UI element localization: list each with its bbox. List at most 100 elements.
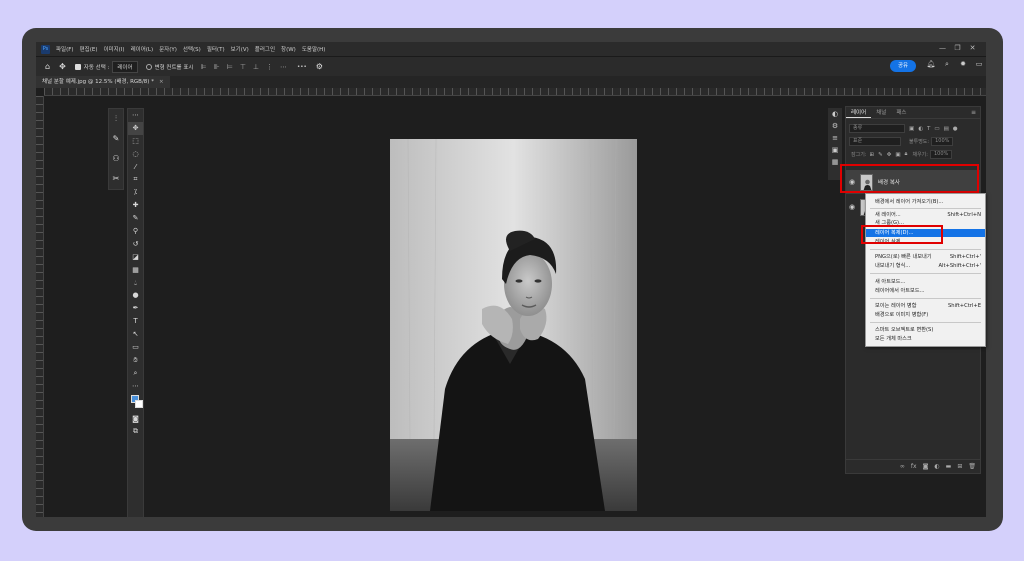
marquee-tool-button[interactable]: ⬚ bbox=[128, 135, 143, 148]
search-icon[interactable]: ⌕ bbox=[939, 60, 955, 69]
dodge-tool-button[interactable]: ● bbox=[128, 289, 143, 302]
more-options-button[interactable]: ••• bbox=[297, 64, 307, 70]
maximize-button[interactable]: ❐ bbox=[950, 44, 965, 52]
libraries-panel-icon[interactable]: ▣ bbox=[828, 144, 842, 156]
blend-mode-dropdown[interactable]: 표준 bbox=[849, 137, 901, 146]
visibility-eye-icon[interactable]: ◉ bbox=[846, 203, 858, 211]
move-tool-button[interactable]: ✥ bbox=[128, 121, 143, 135]
background-color-swatch[interactable] bbox=[135, 399, 143, 408]
align-middle-icon[interactable]: ⊥ bbox=[253, 63, 259, 71]
menu-item-quick-export-png[interactable]: PNG으(로) 빠른 내보내기 Shift+Ctrl+' bbox=[866, 253, 985, 261]
minimize-button[interactable]: — bbox=[935, 44, 950, 52]
new-group-icon[interactable]: ▬ bbox=[946, 463, 952, 470]
kind-filter-dropdown[interactable]: 종류 bbox=[849, 124, 905, 133]
quick-select-tool-button[interactable]: ⁄ bbox=[128, 161, 143, 174]
notifications-icon[interactable]: 🔔︎ bbox=[923, 60, 939, 69]
add-mask-icon[interactable]: ◙ bbox=[923, 463, 929, 470]
align-left-icon[interactable]: ⊫ bbox=[200, 63, 206, 71]
filter-adjust-icon[interactable]: ◐ bbox=[918, 126, 923, 132]
menu-item-export-as[interactable]: 내보내기 형식... Alt+Shift+Ctrl+' bbox=[866, 262, 985, 270]
lock-all-icon[interactable]: 🔒︎ bbox=[905, 151, 908, 158]
brush-settings-icon[interactable]: ✎ bbox=[109, 129, 123, 149]
menu-item-mask-all-objects[interactable]: 모든 개체 마스크 bbox=[866, 335, 985, 343]
tab-paths[interactable]: 패스 bbox=[891, 107, 911, 118]
menu-edit[interactable]: 편집(E) bbox=[80, 45, 98, 53]
filter-pixel-icon[interactable]: ▣ bbox=[909, 126, 914, 132]
eyedropper-tool-button[interactable]: ⁒ bbox=[128, 186, 143, 199]
menu-item-convert-smart-object[interactable]: 스마트 오브젝트로 변환(S) bbox=[866, 326, 985, 334]
tab-layers[interactable]: 레이어 bbox=[846, 107, 872, 118]
transform-controls-toggle[interactable] bbox=[145, 63, 152, 70]
align-right-icon[interactable]: ⊨ bbox=[227, 63, 233, 71]
quick-mask-button[interactable]: ◙ bbox=[128, 413, 143, 426]
clone-source-icon[interactable]: ⚇ bbox=[109, 149, 123, 169]
menu-filter[interactable]: 필터(T) bbox=[207, 45, 225, 53]
distribute-h-icon[interactable]: ⋯ bbox=[280, 63, 287, 71]
link-layers-icon[interactable]: ∞ bbox=[900, 463, 905, 470]
align-top-icon[interactable]: ⊤ bbox=[240, 63, 246, 71]
filter-smart-icon[interactable]: ▤ bbox=[944, 126, 949, 132]
share-button[interactable]: 공유 bbox=[890, 60, 916, 72]
zoom-tool-button[interactable]: ⌕ bbox=[128, 367, 143, 380]
fill-field[interactable]: 100% bbox=[929, 150, 953, 159]
new-layer-icon[interactable]: ⊞ bbox=[957, 463, 962, 470]
workspace-icon[interactable]: ▭ bbox=[971, 60, 986, 69]
document-tab[interactable]: 채널 분할 예제.jpg @ 12.5% (배경, RGB/8) * × bbox=[36, 76, 170, 88]
eraser-tool-button[interactable]: ◪ bbox=[128, 251, 143, 264]
type-tool-button[interactable]: T bbox=[128, 315, 143, 328]
menu-view[interactable]: 보기(V) bbox=[231, 45, 249, 53]
menu-item-new-artboard[interactable]: 새 아트보드... bbox=[866, 278, 985, 286]
blur-tool-button[interactable]: 💧︎ bbox=[128, 277, 143, 290]
panel-menu-icon[interactable]: ≡ bbox=[971, 109, 976, 116]
tools-icon[interactable]: ✂ bbox=[109, 169, 123, 189]
menu-item-artboard-from-layers[interactable]: 레이어에서 아트보드... bbox=[866, 287, 985, 295]
auto-select-dropdown[interactable]: 레이어 bbox=[112, 60, 138, 73]
discover-icon[interactable]: ✹ bbox=[955, 60, 971, 69]
delete-layer-icon[interactable]: 🗑︎ bbox=[968, 463, 976, 470]
menu-item-flatten-image[interactable]: 배경으로 이미지 병합(F) bbox=[866, 311, 985, 319]
tab-channels[interactable]: 채널 bbox=[871, 107, 891, 118]
close-tab-icon[interactable]: × bbox=[159, 79, 164, 85]
menu-item-merge-visible[interactable]: 보이는 레이어 병합 Shift+Ctrl+E bbox=[866, 302, 985, 310]
canvas-image[interactable] bbox=[390, 139, 637, 511]
color-swatches[interactable] bbox=[128, 393, 143, 413]
3d-mode-icon[interactable]: ⚙ bbox=[316, 62, 323, 71]
pen-tool-button[interactable]: ✒ bbox=[128, 302, 143, 315]
adjustment-layer-icon[interactable]: ◐ bbox=[934, 463, 939, 470]
opacity-field[interactable]: 100% bbox=[931, 137, 954, 146]
align-center-icon[interactable]: ⊪ bbox=[214, 63, 220, 71]
properties-panel-icon[interactable]: ⚙ bbox=[828, 120, 842, 132]
crop-tool-button[interactable]: ⌗ bbox=[128, 173, 143, 186]
healing-tool-button[interactable]: ✚ bbox=[128, 199, 143, 212]
rectangle-tool-button[interactable]: ▭ bbox=[128, 341, 143, 354]
lasso-tool-button[interactable]: ◌ bbox=[128, 148, 143, 161]
menu-item-new-layer[interactable]: 새 레이어... Shift+Ctrl+N bbox=[866, 211, 985, 219]
home-icon[interactable]: ⌂ bbox=[45, 62, 50, 71]
menu-select[interactable]: 선택(S) bbox=[183, 45, 201, 53]
history-brush-tool-button[interactable]: ↺ bbox=[128, 238, 143, 251]
filter-shape-icon[interactable]: ▭ bbox=[934, 126, 939, 132]
filter-toggle-icon[interactable]: ● bbox=[953, 126, 958, 132]
move-tool-icon[interactable]: ✥ bbox=[59, 62, 66, 71]
edit-toolbar-button[interactable]: ⋯ bbox=[128, 380, 143, 393]
lock-position-icon[interactable]: ✥ bbox=[887, 152, 892, 158]
color-panel-icon[interactable]: ◐ bbox=[828, 108, 842, 120]
adjustments-panel-icon[interactable]: ≡ bbox=[828, 132, 842, 144]
menu-type[interactable]: 문자(Y) bbox=[159, 45, 177, 53]
menu-help[interactable]: 도움말(H) bbox=[302, 45, 326, 53]
menu-file[interactable]: 파일(F) bbox=[56, 45, 74, 53]
lock-pixels-icon[interactable]: ⊞ bbox=[870, 152, 875, 158]
brush-tool-button[interactable]: ✎ bbox=[128, 212, 143, 225]
distribute-icon[interactable]: ⋮ bbox=[266, 63, 273, 71]
auto-select-checkbox[interactable] bbox=[74, 63, 81, 70]
menu-image[interactable]: 이미지(I) bbox=[103, 45, 124, 53]
screen-mode-button[interactable]: ⧉ bbox=[128, 425, 143, 438]
menu-layer[interactable]: 레이어(L) bbox=[131, 45, 154, 53]
lock-artboard-icon[interactable]: ▣ bbox=[895, 152, 900, 158]
stamp-tool-button[interactable]: ⚲ bbox=[128, 225, 143, 238]
history-icon[interactable]: ⫶ bbox=[109, 109, 123, 129]
layer-style-icon[interactable]: fx bbox=[911, 463, 917, 470]
hand-tool-button[interactable]: ✋︎ bbox=[128, 354, 143, 367]
gradient-tool-button[interactable]: ▦ bbox=[128, 264, 143, 277]
menu-plugins[interactable]: 플러그인 bbox=[255, 45, 275, 53]
